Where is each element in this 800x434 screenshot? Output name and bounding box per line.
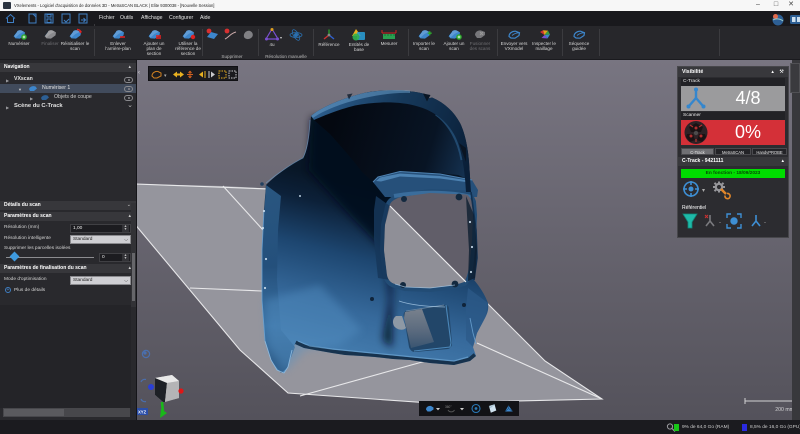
svg-text:▾: ▾ — [702, 188, 705, 194]
svg-text:-: - — [719, 220, 721, 226]
svg-text:XYZ: XYZ — [138, 410, 147, 415]
svg-text:360°: 360° — [445, 405, 452, 409]
svg-text:-: - — [764, 220, 766, 226]
svg-text:▾: ▾ — [164, 73, 167, 79]
